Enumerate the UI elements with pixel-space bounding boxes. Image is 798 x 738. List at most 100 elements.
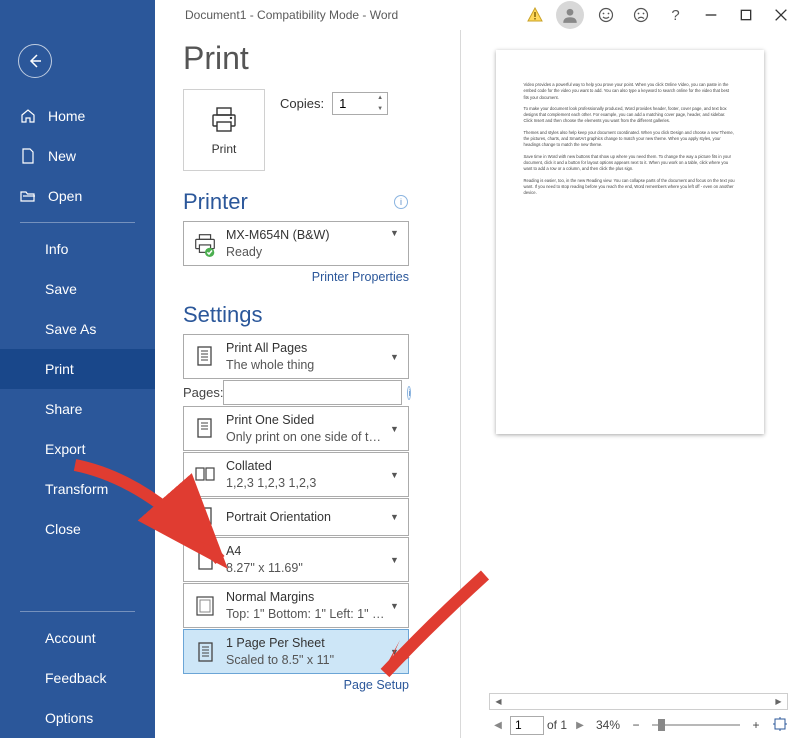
sidebar-label: Transform <box>45 481 108 497</box>
sidebar-home[interactable]: Home <box>0 96 155 136</box>
prev-page-button[interactable]: ◀ <box>489 720 507 731</box>
sidebar-export[interactable]: Export <box>0 429 155 469</box>
paper-icon <box>190 542 220 577</box>
sidebar-save-as[interactable]: Save As <box>0 309 155 349</box>
preview-page: Video provides a powerful way to help yo… <box>496 50 764 434</box>
sidebar-label: Info <box>45 241 68 257</box>
zoom-percent[interactable]: 34% <box>596 718 620 732</box>
page-number-input[interactable] <box>510 716 544 735</box>
sidebar-label: Save As <box>45 321 96 337</box>
sidebar-options[interactable]: Options <box>0 698 155 738</box>
main-panel: Print Print Copies: ▲▼ Printer i MX-M654… <box>155 30 798 738</box>
chevron-down-icon: ▼ <box>390 424 402 434</box>
preview-footer: ◀ of 1 ▶ 34% − + <box>489 714 788 736</box>
printer-name: MX-M654N (B&W) <box>226 227 386 244</box>
pages-info-icon[interactable]: i <box>407 386 411 400</box>
zoom-out-button[interactable]: − <box>628 718 644 732</box>
margins-icon <box>190 588 220 623</box>
sidebar-divider <box>20 222 135 223</box>
chevron-down-icon: ▼ <box>390 512 402 522</box>
close-window-button[interactable] <box>763 0 798 30</box>
sidebar-label: Export <box>45 441 85 457</box>
copies-label: Copies: <box>280 96 324 111</box>
chevron-down-icon: ▼ <box>390 228 402 238</box>
margins-dropdown[interactable]: Normal Margins Top: 1" Bottom: 1" Left: … <box>183 583 409 628</box>
sidebar-save[interactable]: Save <box>0 269 155 309</box>
sidebar-new[interactable]: New <box>0 136 155 176</box>
collated-dropdown[interactable]: Collated 1,2,3 1,2,3 1,2,3 ▼ <box>183 452 409 497</box>
sidebar-label: Home <box>48 108 85 124</box>
chevron-down-icon: ▼ <box>390 470 402 480</box>
printer-dropdown[interactable]: MX-M654N (B&W) Ready ▼ <box>183 221 409 266</box>
document-title: Document1 - Compatibility Mode - Word <box>185 8 398 22</box>
sidebar-share[interactable]: Share <box>0 389 155 429</box>
help-icon[interactable]: ? <box>658 0 693 30</box>
chevron-down-icon: ▼ <box>390 555 402 565</box>
portrait-icon <box>190 503 220 531</box>
chevron-down-icon: ▼ <box>390 647 402 657</box>
sidebar-label: Account <box>45 630 96 646</box>
printer-status: Ready <box>226 244 386 261</box>
paper-size-dropdown[interactable]: A4 8.27" x 11.69" ▼ <box>183 537 409 582</box>
scroll-right-button[interactable]: ▶ <box>770 694 787 709</box>
pages-row: Pages: i <box>183 380 409 405</box>
printer-info-icon[interactable]: i <box>394 195 408 209</box>
horizontal-scrollbar[interactable]: ◀ ▶ <box>489 693 788 710</box>
pages-icon <box>190 339 220 374</box>
printer-properties-link[interactable]: Printer Properties <box>183 270 409 284</box>
chevron-down-icon: ▼ <box>390 601 402 611</box>
sidebar-divider <box>20 611 135 612</box>
sidebar-label: Options <box>45 710 93 726</box>
page-title: Print <box>183 40 460 77</box>
sidebar-print[interactable]: Print <box>0 349 155 389</box>
print-button[interactable]: Print <box>183 89 265 171</box>
scroll-track[interactable] <box>507 694 770 709</box>
back-button[interactable] <box>18 44 52 78</box>
sidebar-label: New <box>48 148 76 164</box>
zoom-in-button[interactable]: + <box>748 718 764 732</box>
sidebar-label: Print <box>45 361 74 377</box>
printer-heading: Printer i <box>183 189 460 215</box>
page-of-label: of 1 <box>547 718 567 732</box>
backstage-sidebar: Home New Open Info Save Save As Print Sh… <box>0 0 155 738</box>
chevron-down-icon: ▼ <box>390 352 402 362</box>
feedback-frown-icon[interactable] <box>623 0 658 30</box>
minimize-button[interactable] <box>693 0 728 30</box>
title-bar: Document1 - Compatibility Mode - Word ? <box>155 0 798 30</box>
print-preview-panel: Video provides a powerful way to help yo… <box>460 30 798 738</box>
sidebar-open[interactable]: Open <box>0 176 155 216</box>
copies-row: Copies: ▲▼ <box>280 92 388 115</box>
copies-spinner[interactable]: ▲▼ <box>373 93 387 114</box>
sidebar-account[interactable]: Account <box>0 618 155 658</box>
sidebar-label: Share <box>45 401 82 417</box>
sidebar-label: Feedback <box>45 670 106 686</box>
sidebar-label: Open <box>48 188 82 204</box>
feedback-smile-icon[interactable] <box>588 0 623 30</box>
account-avatar[interactable] <box>556 1 584 29</box>
pages-per-sheet-dropdown[interactable]: 1 Page Per Sheet Scaled to 8.5" x 11" ▼ <box>183 629 409 674</box>
sidebar-close[interactable]: Close <box>0 509 155 549</box>
pages-label: Pages: <box>183 385 223 400</box>
orientation-dropdown[interactable]: Portrait Orientation ▼ <box>183 498 409 536</box>
zoom-slider[interactable] <box>652 724 740 726</box>
sidebar-feedback[interactable]: Feedback <box>0 658 155 698</box>
collated-icon <box>190 457 220 492</box>
print-settings-column: Print Print Copies: ▲▼ Printer i MX-M654… <box>155 30 460 738</box>
page-setup-link[interactable]: Page Setup <box>183 678 409 692</box>
printer-icon <box>190 226 220 261</box>
warning-icon[interactable] <box>517 0 552 30</box>
print-button-label: Print <box>212 142 237 156</box>
fit-to-window-button[interactable] <box>772 716 788 735</box>
one-sided-icon <box>190 411 220 446</box>
pages-input[interactable] <box>223 380 402 405</box>
sidebar-label: Close <box>45 521 81 537</box>
scroll-left-button[interactable]: ◀ <box>490 694 507 709</box>
sidebar-transform[interactable]: Transform <box>0 469 155 509</box>
next-page-button[interactable]: ▶ <box>571 720 589 731</box>
per-sheet-icon <box>190 634 220 669</box>
sidebar-info[interactable]: Info <box>0 229 155 269</box>
maximize-button[interactable] <box>728 0 763 30</box>
settings-heading: Settings <box>183 302 460 328</box>
sided-dropdown[interactable]: Print One Sided Only print on one side o… <box>183 406 409 451</box>
print-range-dropdown[interactable]: Print All Pages The whole thing ▼ <box>183 334 409 379</box>
